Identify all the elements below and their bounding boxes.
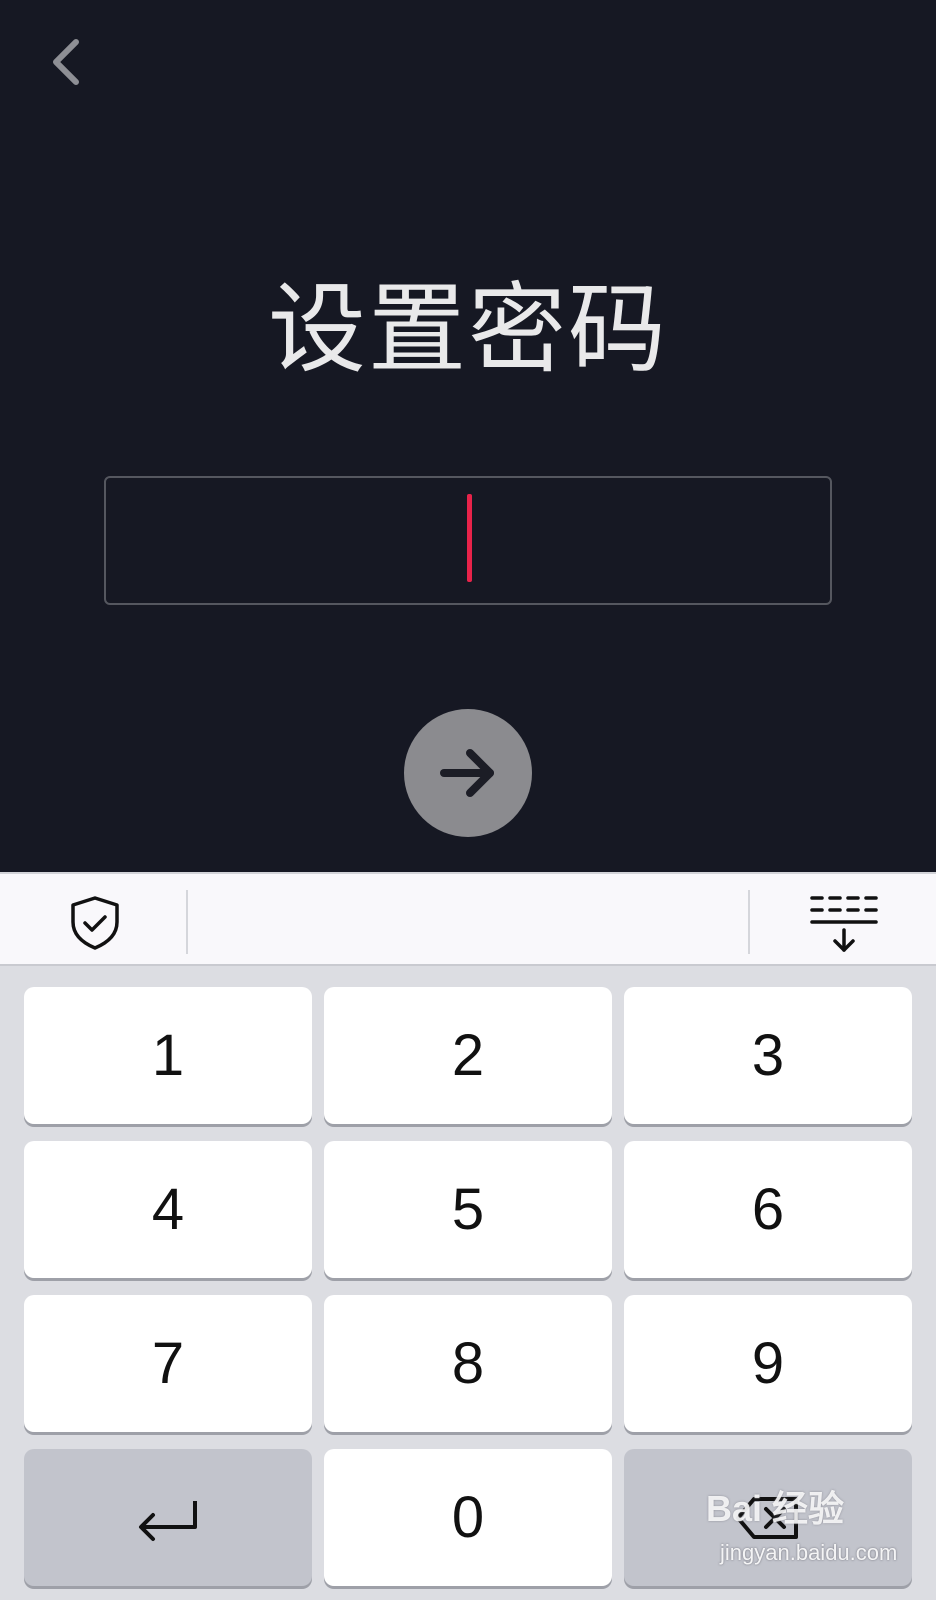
- enter-key[interactable]: [24, 1449, 312, 1586]
- shield-check-icon[interactable]: [62, 892, 128, 952]
- toolbar-divider: [748, 890, 750, 954]
- key-9[interactable]: 9: [624, 1295, 912, 1432]
- arrow-right-icon: [440, 749, 494, 797]
- key-5[interactable]: 5: [324, 1141, 612, 1278]
- backspace-icon: [736, 1496, 798, 1539]
- keyboard-toolbar: [0, 872, 936, 966]
- toolbar-divider: [186, 890, 188, 954]
- page-title: 设置密码: [267, 273, 668, 387]
- password-screen: 设置密码: [0, 0, 936, 872]
- chevron-left-icon: [53, 39, 79, 85]
- key-3[interactable]: 3: [624, 987, 912, 1124]
- key-2[interactable]: 2: [324, 987, 612, 1124]
- delete-key[interactable]: [624, 1449, 912, 1586]
- text-caret: [467, 494, 472, 582]
- key-0[interactable]: 0: [324, 1449, 612, 1586]
- key-1[interactable]: 1: [24, 987, 312, 1124]
- key-4[interactable]: 4: [24, 1141, 312, 1278]
- next-button[interactable]: [404, 709, 532, 837]
- numeric-keyboard: 1 2 3 4 5 6 7 8 9 0: [0, 872, 936, 1600]
- keyboard-hide-icon[interactable]: [804, 888, 884, 958]
- key-6[interactable]: 6: [624, 1141, 912, 1278]
- return-icon: [139, 1500, 197, 1541]
- key-7[interactable]: 7: [24, 1295, 312, 1432]
- key-8[interactable]: 8: [324, 1295, 612, 1432]
- back-button[interactable]: [40, 30, 96, 94]
